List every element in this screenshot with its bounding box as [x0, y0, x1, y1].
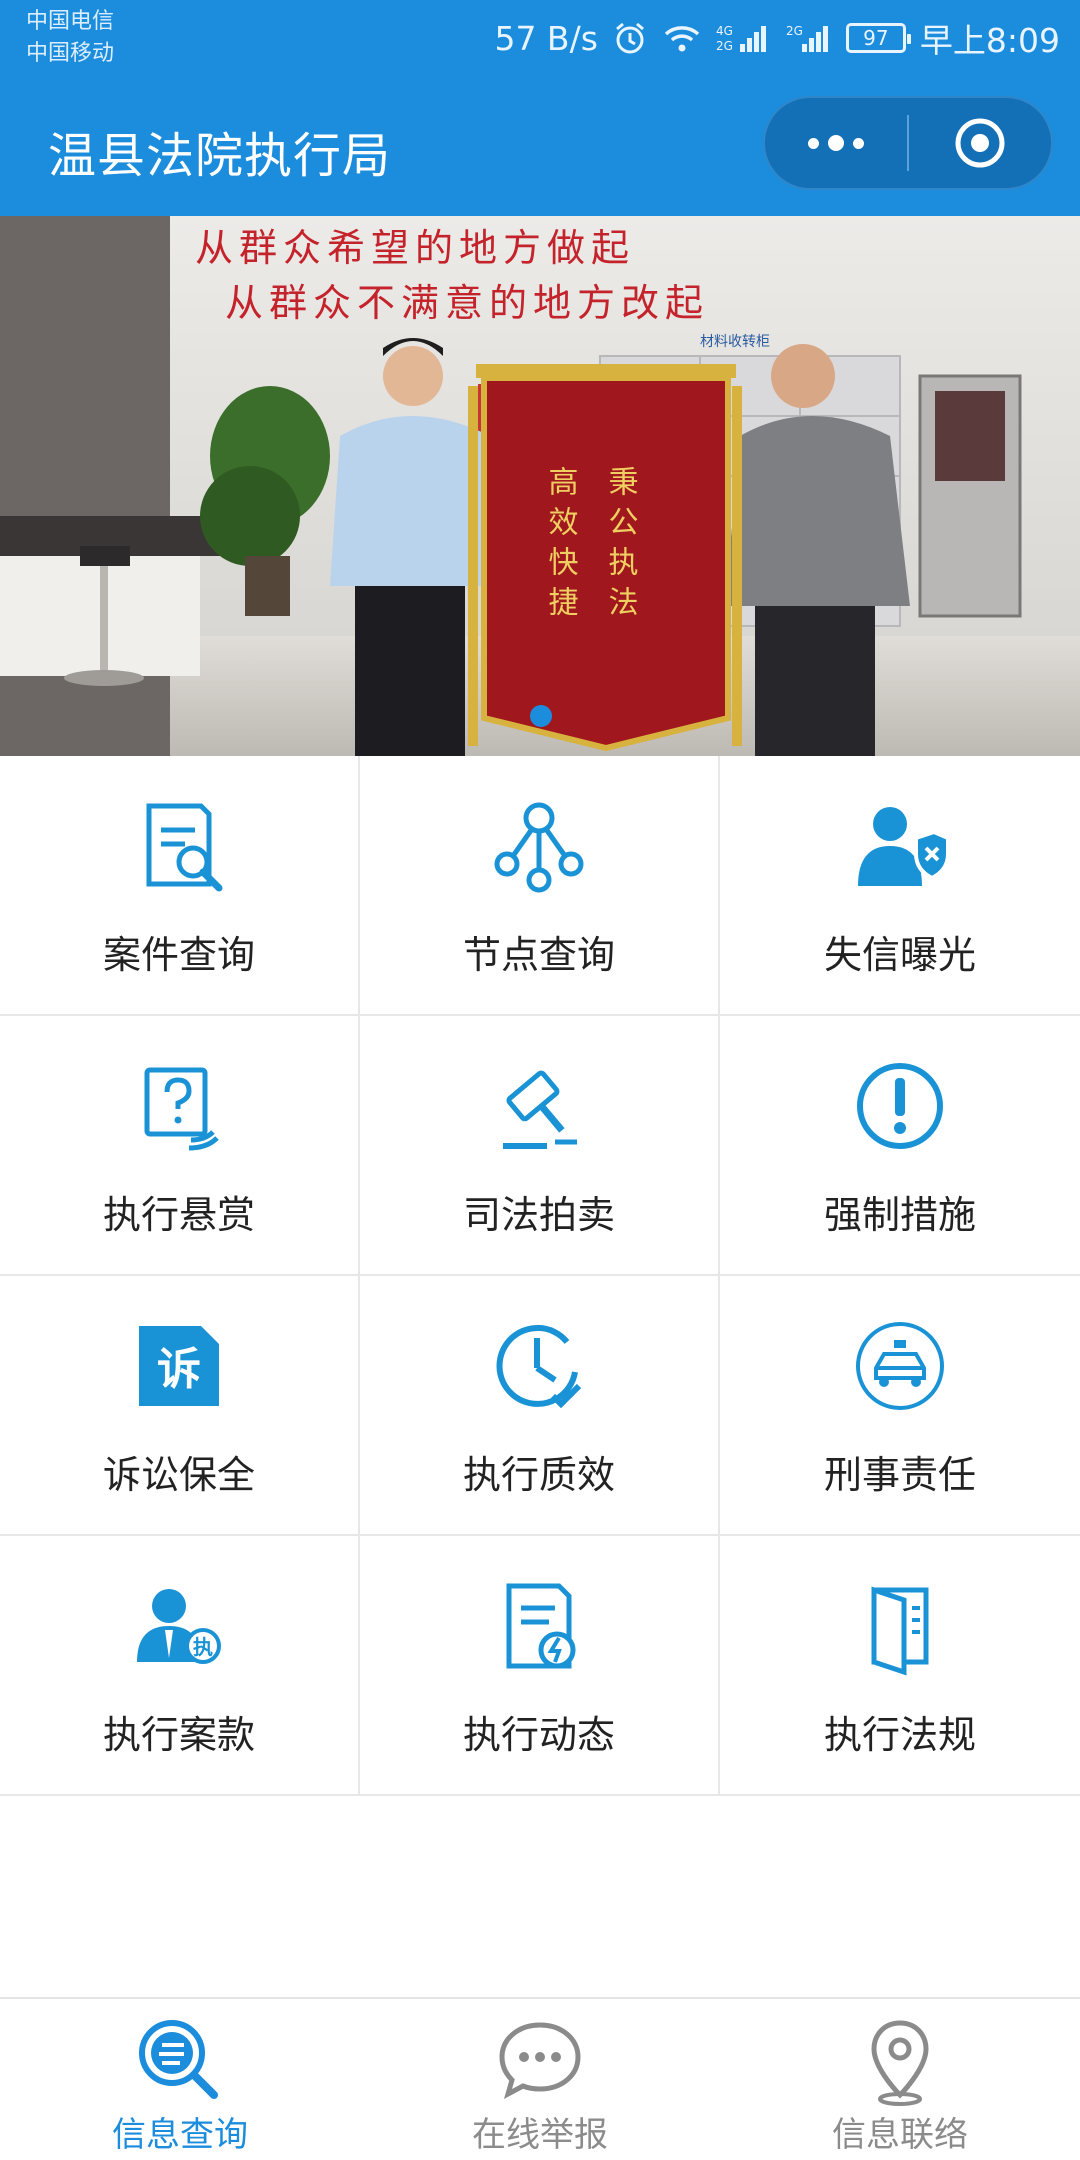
miniapp-capsule [763, 96, 1053, 190]
grid-item-criminal-liability[interactable]: 刑事责任 [720, 1276, 1080, 1536]
carrier-1: 中国电信 [26, 9, 115, 34]
grid-item-litigation-preservation[interactable]: 诉 诉讼保全 [0, 1276, 360, 1536]
gavel-icon [503, 1070, 577, 1149]
carrier-2: 中国移动 [26, 41, 115, 66]
signal-2g-icon: 2G [786, 22, 832, 54]
police-car-icon [856, 1322, 944, 1410]
grid-item-label: 执行质效 [462, 1453, 615, 1497]
grid-item-label: 刑事责任 [823, 1453, 976, 1497]
lawsuit-badge-icon: 诉 [139, 1326, 219, 1406]
tab-info-contact[interactable]: 信息联络 [720, 1999, 1080, 2160]
exclamation-circle-icon [857, 1063, 943, 1149]
node-tree-icon [494, 802, 584, 893]
officer-badge-icon: 执 [137, 1589, 221, 1664]
page-title: 温县法院执行局 [48, 128, 392, 184]
grid-item-label: 失信曝光 [823, 933, 976, 977]
carousel-dot-active[interactable] [530, 705, 552, 727]
svg-text:4G: 4G [716, 24, 733, 38]
location-pin-icon [871, 2020, 929, 2106]
banner-photo: 从群众希望的地方做起 从群众不满意的地方改起 材料收转柜 高效快捷 秉公执法 [0, 216, 1080, 756]
clock-check-icon [496, 1324, 582, 1409]
clock-time: 早上8:09 [919, 21, 1060, 60]
banner-carousel[interactable]: 从群众希望的地方做起 从群众不满意的地方改起 材料收转柜 高效快捷 秉公执法 [0, 216, 1080, 756]
grid-item-case-query[interactable]: 案件查询 [0, 756, 360, 1016]
grid-item-label: 强制措施 [823, 1193, 976, 1237]
grid-item-label: 执行动态 [462, 1713, 615, 1757]
tab-info-query[interactable]: 信息查询 [0, 1999, 360, 2160]
user-blocked-icon [858, 807, 950, 886]
net-speed: 57 B/s [494, 18, 598, 58]
bottom-tab-bar: 信息查询 在线举报 信息联络 [0, 1997, 1080, 2160]
grid-item-label: 执行法规 [823, 1713, 976, 1757]
tab-online-report[interactable]: 在线举报 [360, 1999, 720, 2160]
tab-label: 在线举报 [472, 2115, 608, 2155]
grid-item-label: 司法拍卖 [462, 1193, 615, 1237]
banner-right-column: 秉公执法 [603, 466, 639, 626]
battery-icon: 97 [845, 23, 911, 53]
svg-text:2G: 2G [786, 24, 803, 38]
document-search-icon [146, 803, 223, 892]
tab-label: 信息联络 [832, 2115, 968, 2155]
wifi-icon [662, 22, 702, 54]
svg-text:诉: 诉 [157, 1344, 201, 1395]
law-book-icon [871, 1586, 929, 1676]
grid-item-label: 案件查询 [102, 933, 255, 977]
grid-item-execution-quality[interactable]: 执行质效 [360, 1276, 720, 1536]
more-button[interactable] [765, 98, 907, 188]
grid-item-label: 诉讼保全 [102, 1453, 255, 1497]
function-grid: 案件查询 节点查询 失信曝光 执行悬赏 司法拍卖 强制措施 诉 诉讼保全 执行质… [0, 756, 1080, 1796]
grid-item-execution-laws[interactable]: 执行法规 [720, 1536, 1080, 1796]
grid-item-judicial-auction[interactable]: 司法拍卖 [360, 1016, 720, 1276]
svg-text:执: 执 [193, 1635, 213, 1659]
grid-item-node-query[interactable]: 节点查询 [360, 756, 720, 1016]
grid-item-label: 执行案款 [102, 1713, 255, 1757]
header-bar: 中国电信 中国移动 57 B/s 4G 2G 2G 97 早上8:09 温县法院执… [0, 0, 1080, 216]
grid-item-coercive-measures[interactable]: 强制措施 [720, 1016, 1080, 1276]
banner-slogan-2: 从群众不满意的地方改起 [225, 281, 709, 325]
tab-label: 信息查询 [112, 2115, 248, 2155]
question-card-icon [144, 1067, 219, 1151]
svg-text:2G: 2G [716, 39, 733, 53]
carrier-info: 中国电信 中国移动 [26, 6, 114, 70]
grid-item-label: 执行悬赏 [102, 1193, 255, 1237]
status-indicators: 57 B/s 4G 2G 2G 97 早上8:09 [494, 14, 1060, 62]
grid-item-execution-news[interactable]: 执行动态 [360, 1536, 720, 1796]
signal-4g-icon: 4G 2G [716, 22, 772, 54]
document-lightning-icon [506, 1583, 576, 1669]
search-list-icon [139, 2020, 218, 2099]
battery-level: 97 [863, 26, 889, 50]
more-dots-icon [808, 135, 864, 151]
grid-item-dishonest-exposure[interactable]: 失信曝光 [720, 756, 1080, 1016]
alarm-icon [612, 20, 648, 56]
banner-slogan-1: 从群众希望的地方做起 [195, 226, 635, 270]
target-circle-icon [955, 118, 1005, 168]
banner-left-column: 高效快捷 [543, 466, 579, 626]
close-miniapp-button[interactable] [909, 98, 1051, 188]
grid-item-execution-funds[interactable]: 执 执行案款 [0, 1536, 360, 1796]
banner-counter-sign: 材料收转柜 [700, 334, 770, 350]
chat-bubble-icon [499, 2022, 581, 2099]
grid-item-execution-reward[interactable]: 执行悬赏 [0, 1016, 360, 1276]
grid-item-label: 节点查询 [462, 933, 615, 977]
